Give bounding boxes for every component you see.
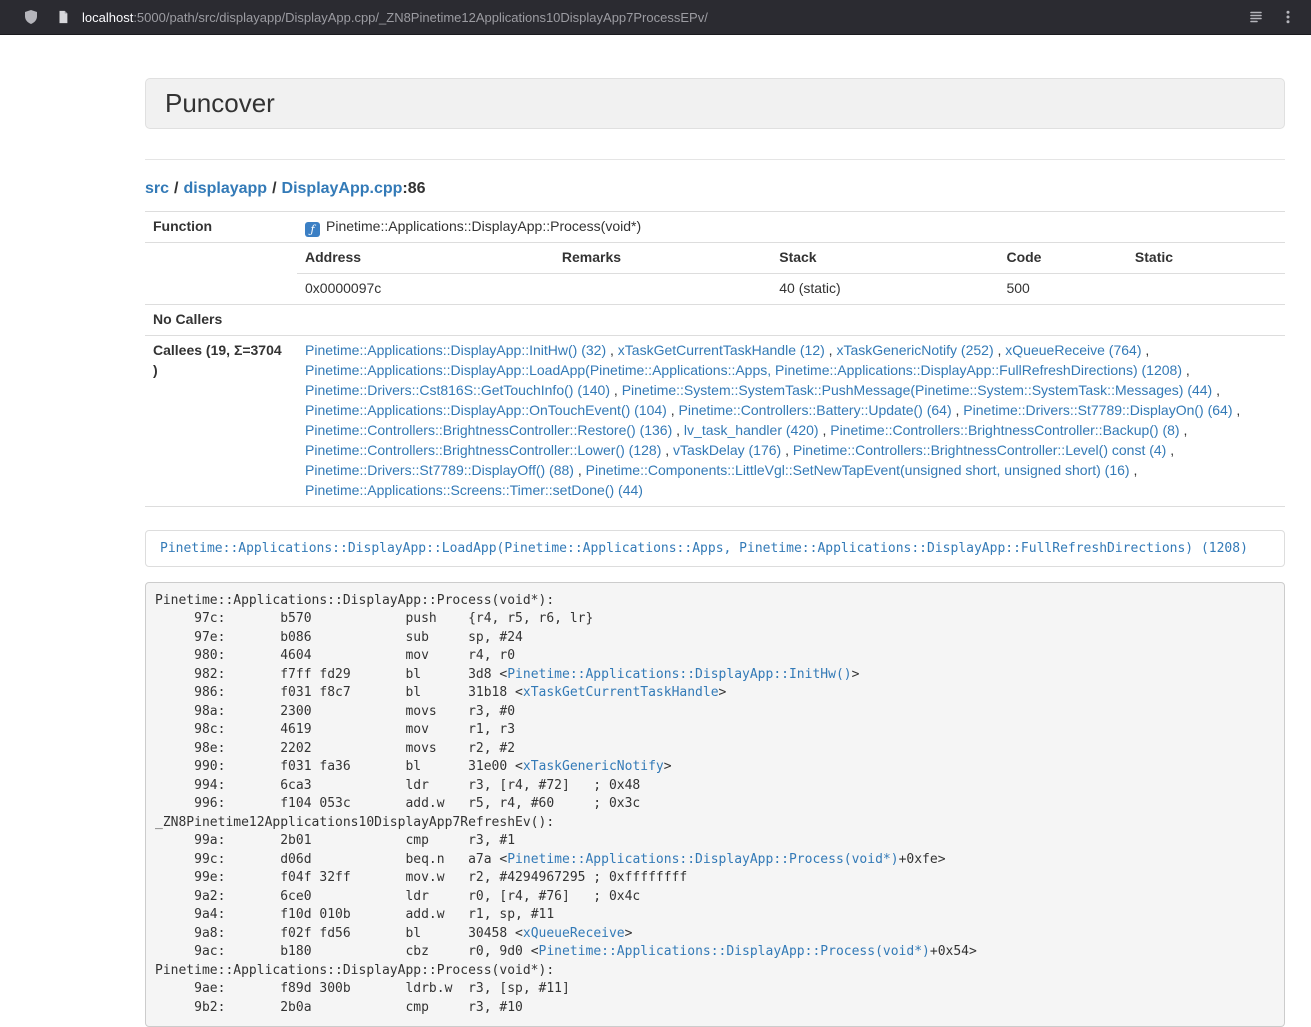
no-callers-label: No Callers (145, 304, 297, 335)
column-header-stack: Stack (771, 243, 998, 273)
stack-value: 40 (static) (771, 273, 998, 303)
shield-icon[interactable] (22, 8, 40, 26)
no-callers-cell (297, 304, 1285, 335)
function-row: Function ƒ Pinetime::Applications::Displa… (145, 212, 1285, 243)
divider (145, 159, 1285, 160)
reader-mode-icon[interactable] (1247, 8, 1265, 26)
callee-link[interactable]: Pinetime::Controllers::BrightnessControl… (830, 422, 1179, 438)
callee-link[interactable]: Pinetime::Applications::DisplayApp::OnTo… (305, 402, 667, 418)
metrics-table: Address Remarks Stack Code Static 0x0000… (297, 243, 1285, 304)
function-table: Function ƒPinetime::Applications::Displa… (145, 211, 1285, 507)
column-header-remarks: Remarks (554, 243, 771, 273)
selected-callee-link[interactable]: Pinetime::Applications::DisplayApp::Load… (160, 541, 1248, 556)
column-header-code: Code (998, 243, 1126, 273)
url-host: localhost (82, 10, 133, 25)
static-value (1127, 273, 1285, 303)
callee-link[interactable]: lv_task_handler (420) (684, 422, 819, 438)
disassembly-symbol-link[interactable]: xTaskGenericNotify (523, 759, 664, 774)
selected-callee-panel: Pinetime::Applications::DisplayApp::Load… (145, 530, 1285, 567)
metrics-header-row: Address Remarks Stack Code Static (297, 243, 1285, 273)
function-icon: ƒ (305, 222, 320, 237)
callee-link[interactable]: Pinetime::Controllers::Battery::Update()… (679, 402, 952, 418)
menu-icon[interactable] (1279, 8, 1297, 26)
page-title: Puncover (165, 88, 275, 118)
callee-link[interactable]: Pinetime::Applications::DisplayApp::Load… (305, 362, 1182, 378)
browser-chrome: localhost:5000/path/src/displayapp/Displ… (0, 0, 1311, 35)
metrics-row: Address Remarks Stack Code Static 0x0000… (145, 243, 1285, 305)
metrics-row-label (145, 243, 297, 305)
disassembly-pre: Pinetime::Applications::DisplayApp::Proc… (145, 582, 1285, 1027)
address-value: 0x0000097c (297, 273, 554, 303)
breadcrumb-separator: / (267, 180, 281, 197)
callee-link[interactable]: Pinetime::Applications::DisplayApp::Init… (305, 342, 606, 358)
column-header-static: Static (1127, 243, 1285, 273)
url-path: :5000/path/src/displayapp/DisplayApp.cpp… (133, 10, 708, 25)
column-header-address: Address (297, 243, 554, 273)
remarks-value (554, 273, 771, 303)
callee-link[interactable]: Pinetime::Drivers::St7789::DisplayOn() (… (963, 402, 1232, 418)
disassembly-symbol-link[interactable]: xTaskGetCurrentTaskHandle (523, 685, 719, 700)
page-icon (54, 8, 72, 26)
callee-link[interactable]: xTaskGenericNotify (252) (836, 342, 993, 358)
url-text: localhost:5000/path/src/displayapp/Displ… (82, 10, 708, 25)
disassembly-symbol-link[interactable]: Pinetime::Applications::DisplayApp::Init… (507, 667, 851, 682)
disassembly-symbol-link[interactable]: Pinetime::Applications::DisplayApp::Proc… (507, 852, 898, 867)
disassembly-symbol-link[interactable]: Pinetime::Applications::DisplayApp::Proc… (539, 944, 930, 959)
disassembly-symbol-link[interactable]: xQueueReceive (523, 926, 625, 941)
metrics-cell: Address Remarks Stack Code Static 0x0000… (297, 243, 1285, 305)
callee-link[interactable]: Pinetime::Controllers::BrightnessControl… (305, 442, 661, 458)
breadcrumb: src/displayapp/DisplayApp.cpp:86 (145, 180, 1285, 198)
callees-label: Callees (19, Σ=3704 ) (145, 335, 297, 506)
breadcrumb-link-src[interactable]: src (145, 180, 169, 197)
callee-link[interactable]: Pinetime::Applications::Screens::Timer::… (305, 482, 643, 498)
callee-link[interactable]: vTaskDelay (176) (673, 442, 781, 458)
callee-link[interactable]: Pinetime::Drivers::St7789::DisplayOff() … (305, 462, 574, 478)
callee-link[interactable]: xQueueReceive (764) (1005, 342, 1141, 358)
callee-link[interactable]: Pinetime::System::SystemTask::PushMessag… (622, 382, 1213, 398)
app-header: Puncover (145, 78, 1285, 129)
breadcrumb-link-file[interactable]: DisplayApp.cpp (282, 180, 403, 197)
callees-row: Callees (19, Σ=3704 ) Pinetime::Applicat… (145, 335, 1285, 506)
breadcrumb-link-displayapp[interactable]: displayapp (183, 180, 267, 197)
callees-list: Pinetime::Applications::DisplayApp::Init… (297, 335, 1285, 506)
function-label: Function (145, 212, 297, 243)
breadcrumb-line-number: :86 (402, 180, 425, 197)
callee-link[interactable]: xTaskGetCurrentTaskHandle (12) (618, 342, 825, 358)
no-callers-row: No Callers (145, 304, 1285, 335)
breadcrumb-separator: / (169, 180, 183, 197)
function-name: Pinetime::Applications::DisplayApp::Proc… (326, 218, 641, 234)
main-content: Puncover src/displayapp/DisplayApp.cpp:8… (145, 35, 1285, 1027)
callee-link[interactable]: Pinetime::Controllers::BrightnessControl… (305, 422, 672, 438)
function-name-cell: ƒ Pinetime::Applications::DisplayApp::Pro… (297, 212, 1285, 243)
callee-link[interactable]: Pinetime::Controllers::BrightnessControl… (793, 442, 1166, 458)
url-bar[interactable]: localhost:5000/path/src/displayapp/Displ… (54, 8, 1233, 26)
metrics-value-row: 0x0000097c 40 (static) 500 (297, 273, 1285, 303)
code-value: 500 (998, 273, 1126, 303)
callee-link[interactable]: Pinetime::Drivers::Cst816S::GetTouchInfo… (305, 382, 610, 398)
callee-link[interactable]: Pinetime::Components::LittleVgl::SetNewT… (586, 462, 1130, 478)
